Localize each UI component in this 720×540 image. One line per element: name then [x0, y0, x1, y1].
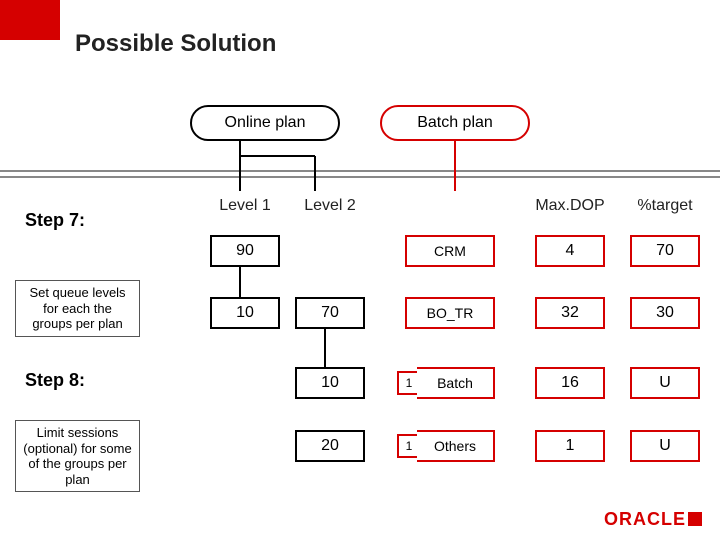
divider-line [0, 176, 720, 178]
level1-label: Level 1 [205, 197, 285, 215]
batch-plan-box: Batch plan [380, 105, 530, 141]
brand-block [0, 0, 60, 40]
botr-level1: 10 [210, 297, 280, 329]
connector-icon [200, 141, 340, 201]
step8-label: Step 8: [25, 370, 85, 391]
maxdop-header: Max.DOP [525, 197, 615, 215]
logo-text: ORACLE [604, 509, 686, 529]
crm-maxdop: 4 [535, 235, 605, 267]
others-target: U [630, 430, 700, 462]
divider-line [0, 170, 720, 172]
connector-icon [440, 141, 480, 201]
connector-icon [230, 267, 250, 297]
logo-icon [688, 512, 702, 526]
target-header: %target [630, 197, 700, 215]
note-queue: Set queue levels for each the groups per… [15, 280, 140, 337]
crm-target: 70 [630, 235, 700, 267]
botr-maxdop: 32 [535, 297, 605, 329]
batch-maxdop: 16 [535, 367, 605, 399]
online-plan-box: Online plan [190, 105, 340, 141]
others-maxdop: 1 [535, 430, 605, 462]
level2-label: Level 2 [290, 197, 370, 215]
step7-label: Step 7: [25, 210, 85, 231]
connector-icon [315, 329, 335, 430]
page-title: Possible Solution [75, 30, 276, 58]
batch-target: U [630, 367, 700, 399]
oracle-logo: ORACLE [604, 509, 702, 530]
crm-tag: CRM [405, 235, 495, 267]
botr-tag: BO_TR [405, 297, 495, 329]
botr-level2: 70 [295, 297, 365, 329]
others-level2: 20 [295, 430, 365, 462]
batch-tag: Batch [417, 367, 495, 399]
crm-level1: 90 [210, 235, 280, 267]
note-limit: Limit sessions (optional) for some of th… [15, 420, 140, 492]
others-tag: Others [417, 430, 495, 462]
botr-target: 30 [630, 297, 700, 329]
